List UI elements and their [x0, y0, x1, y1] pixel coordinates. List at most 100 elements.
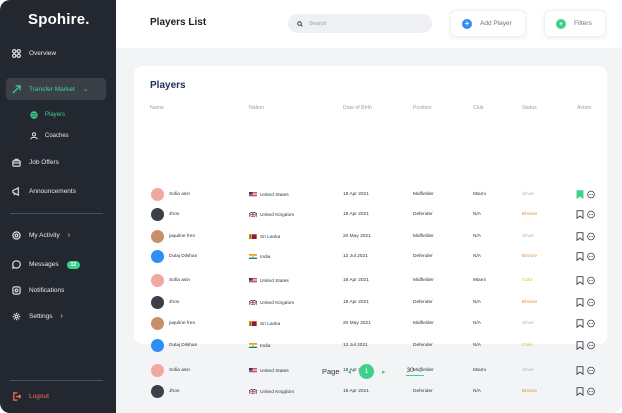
sidebar-item-logout[interactable]: Logout — [12, 392, 49, 401]
more-options-icon[interactable] — [587, 387, 595, 396]
column-header-club: Club — [473, 105, 484, 111]
table-row[interactable]: Jhon United Kingdom 18 Apr 2021 Defender N/A… — [134, 293, 607, 314]
player-name: jaquline fren — [169, 321, 195, 326]
flag-uk-icon — [249, 388, 257, 394]
player-position: Midfielder — [413, 234, 434, 239]
player-nation: United States — [249, 191, 289, 199]
more-options-icon[interactable] — [587, 252, 595, 261]
player-nation-text: United States — [260, 193, 289, 199]
sidebar-subitem-players[interactable]: Players — [30, 111, 65, 119]
more-options-icon[interactable] — [587, 319, 595, 328]
table-row[interactable]: Sofia asin United States 18 Apr 2021 Midfie… — [134, 185, 607, 206]
player-dob-text: 18 Apr 2021 — [343, 192, 369, 197]
sidebar-item-job-offers[interactable]: Job Offers — [12, 158, 59, 167]
prev-page-icon[interactable]: ◂ — [348, 368, 352, 376]
more-options-icon[interactable] — [587, 210, 595, 219]
player-club: Miami — [473, 278, 486, 283]
messages-count-badge: 12 — [66, 260, 81, 269]
bookmark-icon[interactable] — [576, 319, 584, 328]
player-dob: 18 Apr 2021 — [343, 389, 369, 394]
per-page-value: 30 — [406, 367, 414, 374]
flag-us-icon — [249, 367, 257, 373]
player-dob: 18 Apr 2021 — [343, 192, 369, 197]
more-options-icon[interactable] — [587, 298, 595, 307]
bookmark-icon[interactable] — [576, 252, 584, 261]
avatar — [151, 364, 164, 377]
add-player-button[interactable]: + Add Player — [450, 10, 526, 37]
player-dob-text: 12 Jul 2021 — [343, 254, 368, 259]
flag-uk-icon — [249, 299, 257, 305]
table-row[interactable]: Dulaj Dilshan India 12 Jul 2021 Defender N/A… — [134, 247, 607, 268]
table-row[interactable]: jaquline fren Sri Lanka 20 May 2021 Midfiel… — [134, 227, 607, 248]
search-input[interactable] — [309, 20, 419, 27]
player-name-text: Dulaj Dilshan — [169, 254, 198, 259]
players-card: Players Name Nation Date of Birth Positi… — [134, 66, 607, 398]
chevron-right-icon: › — [60, 313, 63, 320]
search-bar[interactable] — [288, 14, 432, 33]
sidebar-item-notifications[interactable]: Notifications — [12, 286, 64, 295]
bookmark-icon[interactable] — [576, 387, 584, 396]
bookmark-icon[interactable] — [576, 276, 584, 285]
per-page-select[interactable]: 30 ⌄ — [405, 367, 424, 376]
player-position-text: Midfielder — [413, 234, 434, 239]
player-position: Midfielder — [413, 192, 434, 197]
player-club-text: N/A — [473, 300, 481, 305]
player-name-text: Dulaj Dilshan — [169, 343, 198, 348]
megaphone-icon — [12, 187, 19, 196]
more-options-icon[interactable] — [587, 232, 595, 241]
player-dob-text: 18 Apr 2021 — [343, 300, 369, 305]
avatar — [151, 188, 164, 201]
more-options-icon[interactable] — [587, 276, 595, 285]
player-nation-text: India — [260, 255, 271, 261]
player-club-text: Miami — [473, 368, 486, 373]
player-position-text: Defender — [413, 254, 433, 259]
column-header-dob: Date of Birth — [343, 105, 372, 111]
player-status-text: Bronze — [522, 212, 538, 217]
player-name-text: Jhon — [169, 389, 180, 394]
sidebar-item-settings[interactable]: Settings › — [12, 312, 63, 321]
player-status: Silver — [522, 321, 534, 326]
player-dob-text: 20 May 2021 — [343, 321, 371, 326]
more-options-icon[interactable] — [587, 341, 595, 350]
player-dob: 12 Jul 2021 — [343, 343, 368, 348]
avatar — [151, 296, 164, 309]
next-page-icon[interactable]: ▸ — [382, 368, 386, 376]
table-row[interactable]: jaquline fren Sri Lanka 20 May 2021 Midfiel… — [134, 314, 607, 335]
player-nation: Sri Lanka — [249, 320, 280, 327]
avatar — [151, 230, 164, 243]
player-name: Dulaj Dilshan — [169, 343, 197, 348]
table-row[interactable]: Jhon United Kingdom 18 Apr 2021 Defender N/A… — [134, 205, 607, 226]
table-row[interactable]: Jhon United Kingdom 18 Apr 2021 Defender N/A… — [134, 382, 607, 403]
bookmark-icon[interactable] — [576, 232, 584, 241]
bookmark-icon[interactable] — [576, 298, 584, 307]
row-actions — [576, 298, 595, 307]
sidebar-item-my-activity[interactable]: My Activity › — [12, 231, 70, 240]
player-name: Sofia asin — [169, 192, 190, 197]
table-row[interactable]: Dulaj Dilshan India 12 Jul 2021 Defender N/A… — [134, 336, 607, 357]
filters-button[interactable]: Filters — [544, 10, 606, 37]
row-actions — [576, 252, 595, 261]
player-club-text: N/A — [473, 343, 481, 348]
player-status-text: Silver — [522, 234, 534, 239]
more-options-icon[interactable] — [587, 366, 595, 375]
sidebar-item-overview[interactable]: Overview — [12, 49, 56, 58]
sidebar-item-transfer-market[interactable]: Transfer Market ⌄ — [6, 78, 106, 100]
player-club: N/A — [473, 254, 481, 259]
bookmark-icon[interactable] — [576, 341, 584, 350]
flag-india-icon — [249, 342, 257, 348]
sidebar-subitem-coaches[interactable]: Coaches — [30, 132, 69, 140]
sidebar-item-announcements[interactable]: Announcements — [12, 187, 76, 196]
player-status-text: Gold — [522, 278, 533, 283]
sidebar-item-messages[interactable]: Messages 12 — [12, 260, 81, 269]
table-row[interactable]: Sofia asin United States 18 Apr 2021 Midfie… — [134, 271, 607, 292]
bookmark-icon[interactable] — [576, 190, 584, 199]
more-options-icon[interactable] — [587, 190, 595, 199]
player-status: Bronze — [522, 212, 537, 217]
current-page-button[interactable]: 1 — [359, 364, 375, 379]
bookmark-icon[interactable] — [576, 366, 584, 375]
bookmark-icon[interactable] — [576, 210, 584, 219]
player-club-text: Miami — [473, 278, 486, 283]
player-status: Silver — [522, 192, 534, 197]
player-position-text: Midfielder — [413, 192, 434, 197]
player-club: N/A — [473, 212, 481, 217]
